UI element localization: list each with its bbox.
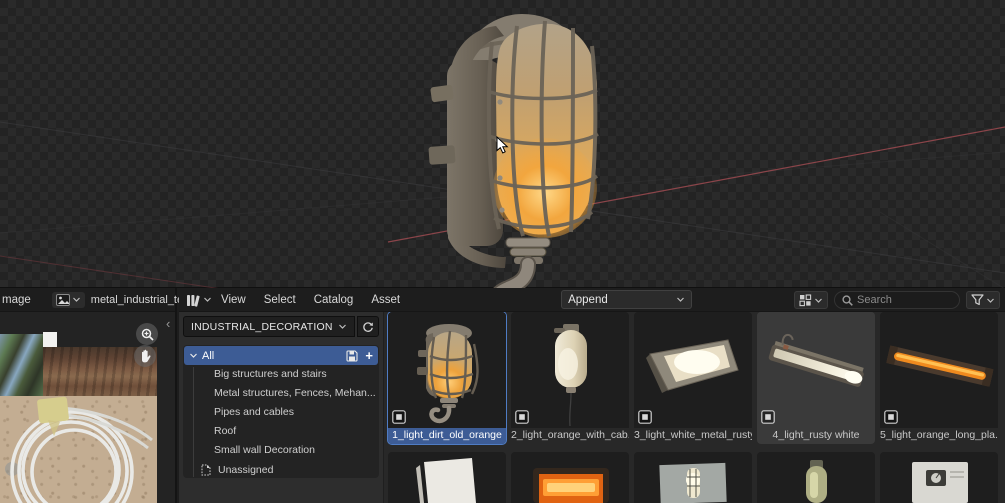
asset-card-8-partial[interactable] xyxy=(634,452,752,503)
search-icon xyxy=(842,295,853,306)
filter-funnel-icon xyxy=(971,294,984,306)
image-editor-header: mage metal_industrial_tex xyxy=(0,288,175,312)
catalog-item-metal-structures[interactable]: Metal structures, Fences, Mehan... xyxy=(184,384,378,403)
drag-corner-icon xyxy=(638,410,652,424)
asset-thumbnail-5[interactable] xyxy=(880,312,998,428)
viewport-3d[interactable] xyxy=(0,0,1005,288)
hand-icon xyxy=(139,349,152,363)
refresh-icon xyxy=(362,321,374,333)
asset-card-7-partial[interactable] xyxy=(511,452,629,503)
cable-coil-graphic xyxy=(0,396,157,503)
chevron-down-icon xyxy=(338,323,347,330)
image-menu[interactable]: mage xyxy=(0,294,40,306)
texture-region-white-swatch xyxy=(43,332,57,347)
save-catalog-icon[interactable] xyxy=(346,350,358,362)
asset-thumbnail-2[interactable] xyxy=(511,312,629,428)
catalog-item-roof[interactable]: Roof xyxy=(184,422,378,441)
asset-library-name: INDUSTRIAL_DECORATION xyxy=(191,321,338,333)
texture-region-structure-photo xyxy=(0,334,43,396)
asset-card-1[interactable]: 1_light_dirt_old_orange xyxy=(388,312,506,444)
asset-thumbnail-4[interactable] xyxy=(757,312,875,428)
menu-view[interactable]: View xyxy=(212,294,255,306)
image-icon xyxy=(56,294,70,306)
catalog-item-unassigned[interactable]: Unassigned xyxy=(184,460,378,479)
catalog-item-big-structures[interactable]: Big structures and stairs xyxy=(184,365,378,384)
image-editor-panel: mage metal_industrial_tex xyxy=(0,288,177,503)
asset-library-dropdown[interactable]: INDUSTRIAL_DECORATION xyxy=(183,316,355,337)
chevron-down-icon xyxy=(203,296,212,303)
catalog-sidebar: INDUSTRIAL_DECORATION All xyxy=(179,312,384,503)
viewport-object-caged-lamp[interactable] xyxy=(428,14,598,288)
menu-select[interactable]: Select xyxy=(255,294,305,306)
region-collapse-arrow-icon[interactable]: ‹ xyxy=(166,316,170,331)
chevron-down-icon xyxy=(814,297,823,304)
catalog-item-all[interactable]: All + xyxy=(184,346,378,365)
menu-catalog[interactable]: Catalog xyxy=(305,294,363,306)
drag-corner-icon xyxy=(392,410,406,424)
asset-card-9-partial[interactable] xyxy=(757,452,875,503)
import-method-dropdown[interactable]: Append xyxy=(561,290,692,309)
unassigned-label: Unassigned xyxy=(218,464,273,476)
add-catalog-icon[interactable]: + xyxy=(365,348,373,363)
asset-browser-icon xyxy=(186,293,201,307)
pan-button[interactable] xyxy=(134,345,156,367)
image-editor-canvas[interactable] xyxy=(0,312,162,503)
chevron-down-icon xyxy=(676,296,685,303)
asset-card-5[interactable]: 5_light_orange_long_pla... xyxy=(880,312,998,444)
asset-label-5: 5_light_orange_long_pla... xyxy=(880,428,998,444)
asset-thumbnail-1[interactable] xyxy=(388,312,506,428)
chevron-expanded-icon[interactable] xyxy=(189,352,198,359)
asset-label-1: 1_light_dirt_old_orange xyxy=(388,428,506,444)
asset-card-10-partial[interactable] xyxy=(880,452,998,503)
asset-search-box[interactable] xyxy=(834,291,960,309)
image-datablock-name[interactable]: metal_industrial_tex xyxy=(91,294,189,306)
asset-card-4[interactable]: 4_light_rusty white xyxy=(757,312,875,444)
asset-label-3: 3_light_white_metal_rusty xyxy=(634,428,752,444)
asset-browser-header: View Select Catalog Asset Append xyxy=(179,288,1005,312)
grid-view-icon xyxy=(799,294,812,307)
asset-thumbnail-3[interactable] xyxy=(634,312,752,428)
texture-region-cable-photo xyxy=(0,396,157,503)
search-input[interactable] xyxy=(857,294,947,306)
refresh-library-button[interactable] xyxy=(357,316,379,337)
blender-window: mage metal_industrial_tex xyxy=(0,0,1005,503)
drag-corner-icon xyxy=(884,410,898,424)
catalog-item-small-wall-decoration[interactable]: Small wall Decoration xyxy=(184,441,378,460)
catalog-item-pipes-cables[interactable]: Pipes and cables xyxy=(184,403,378,422)
drag-corner-icon xyxy=(515,410,529,424)
import-method-value: Append xyxy=(568,294,676,306)
viewport-scene xyxy=(0,0,1005,288)
catalog-root-label: All xyxy=(202,350,346,362)
catalog-tree: All + Big structures and stairs Metal st… xyxy=(183,345,379,478)
asset-grid: 1_light_dirt_old_orange xyxy=(385,312,1005,503)
tree-indent-guide xyxy=(193,367,194,477)
asset-card-2[interactable]: 2_light_orange_with_cab... xyxy=(511,312,629,444)
zoom-in-button[interactable] xyxy=(136,323,158,345)
asset-label-4: 4_light_rusty white xyxy=(757,428,875,444)
unassigned-file-icon xyxy=(200,464,212,476)
asset-browser-panel: View Select Catalog Asset Append xyxy=(179,288,1005,503)
chevron-down-icon xyxy=(72,296,81,303)
filter-button[interactable] xyxy=(966,291,1000,309)
editor-type-button[interactable] xyxy=(186,293,212,307)
asset-card-6-partial[interactable] xyxy=(388,452,506,503)
asset-label-2: 2_light_orange_with_cab... xyxy=(511,428,629,444)
asset-card-3[interactable]: 3_light_white_metal_rusty xyxy=(634,312,752,444)
chevron-down-icon xyxy=(986,297,995,304)
magnifier-plus-icon xyxy=(141,328,154,341)
display-mode-button[interactable] xyxy=(794,291,828,309)
drag-corner-icon xyxy=(761,410,775,424)
image-datablock-icon-button[interactable] xyxy=(52,292,85,308)
menu-asset[interactable]: Asset xyxy=(362,294,409,306)
